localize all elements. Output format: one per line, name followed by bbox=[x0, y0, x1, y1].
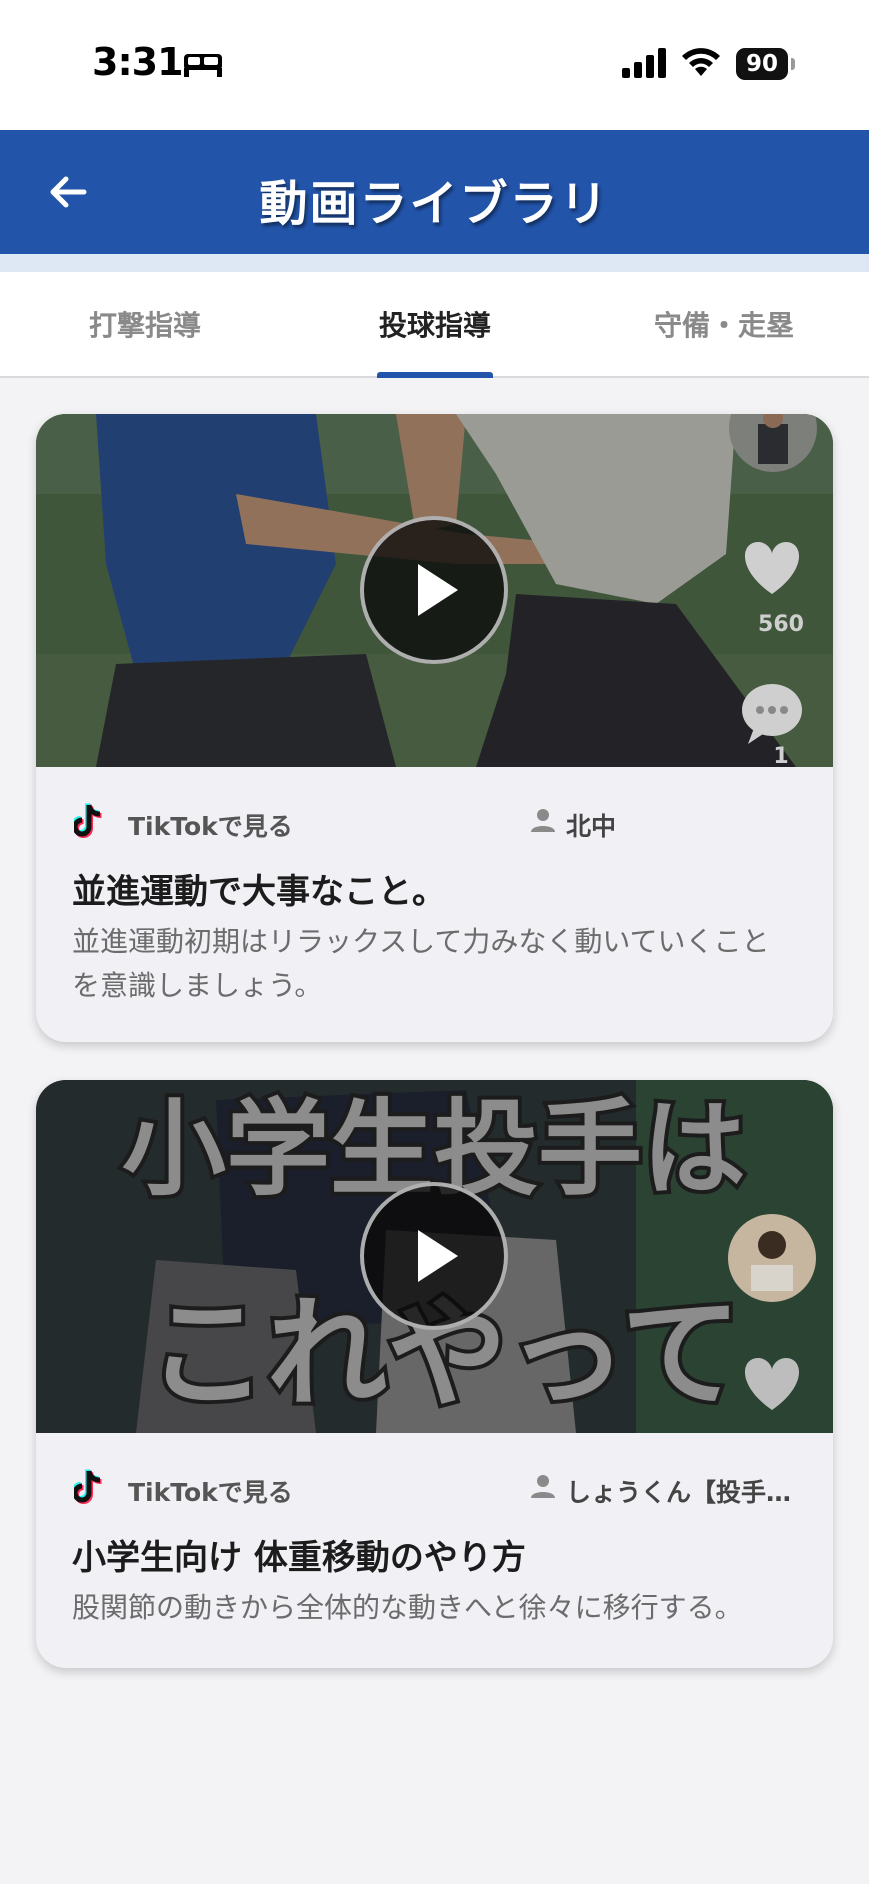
play-button[interactable] bbox=[360, 516, 508, 664]
cellular-signal-icon bbox=[622, 48, 666, 78]
play-icon bbox=[418, 1230, 458, 1282]
author-name: しょうくん【投手… bbox=[566, 1478, 792, 1507]
person-icon bbox=[531, 1475, 555, 1498]
status-bar: 3:31 90 bbox=[0, 0, 869, 130]
tab-fielding-running[interactable]: 守備・走塁 bbox=[579, 272, 869, 376]
header-divider bbox=[0, 254, 869, 272]
video-description: 並進運動初期はリラックスして力みなく動いていくことを意識しましょう。 bbox=[72, 925, 770, 1002]
tiktok-icon[interactable] bbox=[74, 1469, 102, 1505]
video-meta-row: TikTokで見る 北中 bbox=[36, 767, 833, 877]
tiktok-link[interactable]: TikTokで見る bbox=[128, 1473, 293, 1509]
video-card[interactable]: 小学生投手は これやって TikTokで見る しょうくん【投手… 小学生向け 体… bbox=[36, 1080, 833, 1668]
tab-batting[interactable]: 打撃指導 bbox=[0, 272, 290, 376]
video-description: 股関節の動きから全体的な動きへと徐々に移行する。 bbox=[72, 1591, 743, 1624]
video-meta-row: TikTokで見る しょうくん【投手… bbox=[36, 1433, 833, 1543]
video-thumbnail[interactable]: 560 1 bbox=[36, 414, 833, 767]
tab-bar: 打撃指導 投球指導 守備・走塁 bbox=[0, 272, 869, 378]
active-tab-indicator bbox=[377, 372, 493, 378]
play-button[interactable] bbox=[360, 1182, 508, 1330]
app-header: 動画ライブラリ bbox=[0, 130, 869, 254]
tiktok-link[interactable]: TikTokで見る bbox=[128, 807, 293, 843]
person-icon bbox=[531, 809, 555, 832]
wifi-icon bbox=[682, 48, 720, 76]
page-title: 動画ライブラリ bbox=[259, 176, 610, 232]
status-time: 3:31 bbox=[92, 40, 184, 84]
video-title: 小学生向け 体重移動のやり方 bbox=[72, 1538, 526, 1578]
comment-count: 1 bbox=[773, 744, 789, 767]
sleep-bed-icon bbox=[184, 54, 222, 77]
tiktok-icon[interactable] bbox=[74, 803, 102, 839]
battery-tip bbox=[791, 58, 795, 70]
author-name: 北中 bbox=[566, 812, 617, 841]
play-icon bbox=[418, 564, 458, 616]
video-card[interactable]: 560 1 TikTokで見る 北中 並進運動で大事なこと。 並進運動初期はリラ… bbox=[36, 414, 833, 1042]
battery-icon: 90 bbox=[736, 48, 788, 80]
like-count: 560 bbox=[758, 612, 804, 637]
tab-pitching[interactable]: 投球指導 bbox=[290, 272, 580, 376]
video-thumbnail[interactable]: 小学生投手は これやって bbox=[36, 1080, 833, 1433]
video-title: 並進運動で大事なこと。 bbox=[72, 872, 446, 912]
